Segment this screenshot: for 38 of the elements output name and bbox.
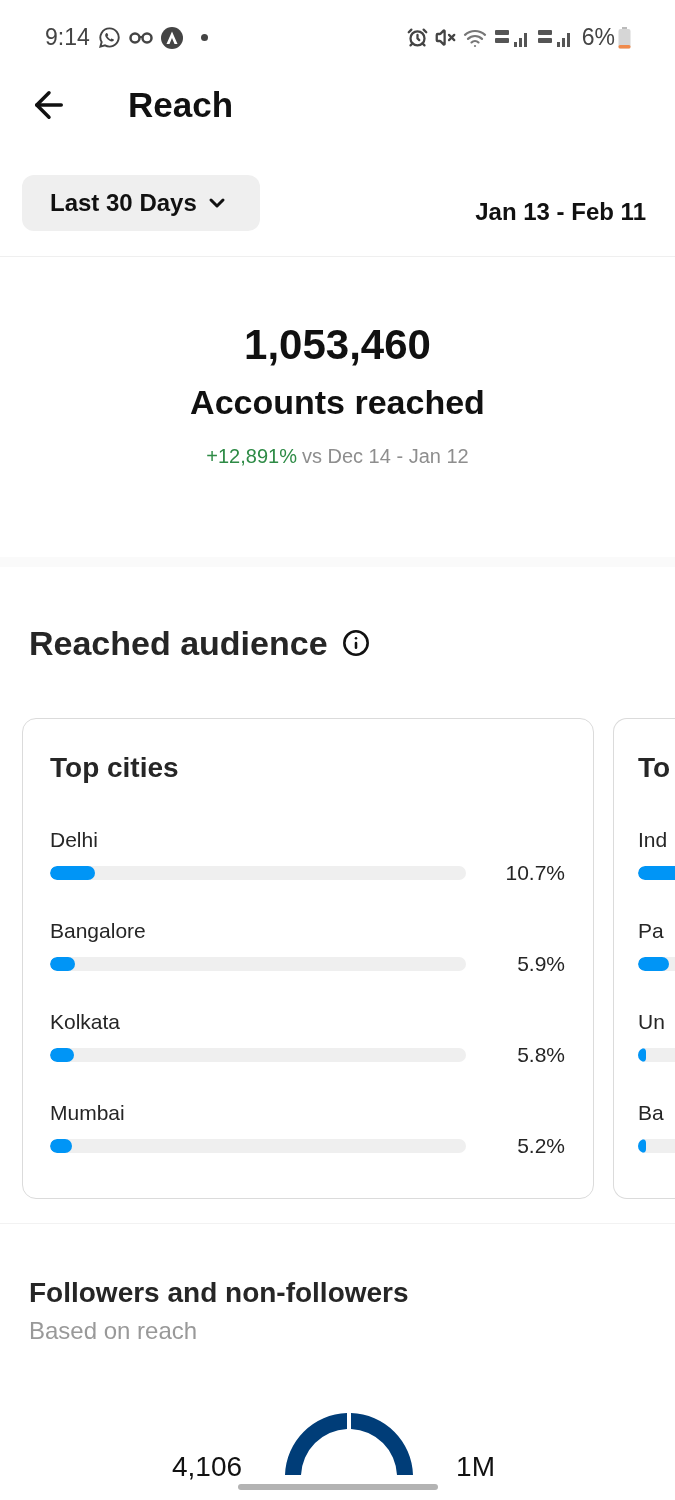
page-title: Reach bbox=[128, 83, 234, 126]
percent-value: 5.2% bbox=[516, 1133, 565, 1159]
chat-bubble-icon bbox=[97, 26, 121, 49]
mute-icon bbox=[434, 27, 456, 48]
percent-value: 5.9% bbox=[516, 951, 565, 977]
triangle-circle-icon bbox=[160, 26, 183, 49]
followers-section-subtitle: Based on reach bbox=[29, 1316, 199, 1346]
row-label: Ind bbox=[638, 827, 669, 853]
row-label: Mumbai bbox=[50, 1100, 126, 1126]
change-percent: +12,891% bbox=[206, 444, 297, 469]
alarm-icon bbox=[406, 27, 428, 48]
row-label: Bangalore bbox=[50, 918, 147, 944]
row-label: Kolkata bbox=[50, 1009, 122, 1035]
accounts-reached-count: 1,053,460 bbox=[244, 320, 431, 370]
row-label: Ba bbox=[638, 1100, 665, 1126]
period-dropdown[interactable]: Last 30 Days bbox=[22, 175, 260, 231]
row-label: Pa bbox=[638, 918, 665, 944]
non-followers-count: 1M bbox=[456, 1451, 495, 1483]
info-icon[interactable] bbox=[341, 629, 370, 657]
followers-gauge-arc bbox=[285, 1413, 348, 1475]
percent-value: 5.8% bbox=[516, 1042, 565, 1068]
followers-section-title: Followers and non-followers bbox=[29, 1276, 410, 1310]
followers-count: 4,106 bbox=[172, 1451, 243, 1483]
notification-dot-icon bbox=[200, 34, 208, 41]
row-label: Delhi bbox=[50, 827, 99, 853]
row-label: Un bbox=[638, 1009, 666, 1035]
non-followers-gauge-arc bbox=[351, 1413, 414, 1475]
accounts-reached-label: Accounts reached bbox=[190, 382, 485, 423]
date-range: Jan 13 - Feb 11 bbox=[475, 197, 646, 227]
battery-percent: 6% bbox=[581, 23, 615, 53]
section-title: Reached audience bbox=[29, 623, 328, 664]
percent-value: 10.7% bbox=[504, 860, 565, 886]
comparison-period: vs Dec 14 - Jan 12 bbox=[301, 444, 469, 469]
status-time: 9:14 bbox=[45, 23, 90, 53]
card-title: Top cities bbox=[50, 751, 180, 785]
glasses-icon bbox=[128, 30, 153, 45]
card-title: To bbox=[638, 751, 672, 785]
battery-icon bbox=[618, 26, 631, 49]
